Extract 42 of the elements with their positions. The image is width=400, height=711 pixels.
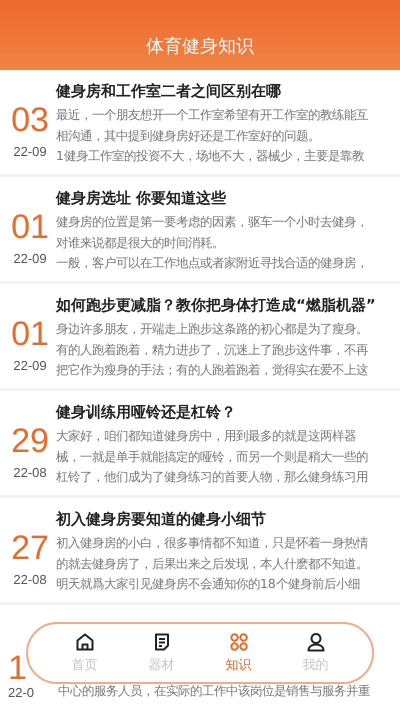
summary-line: 中心的服务人员，在实际的工作中该岗位是销售与服务并重 [58, 682, 371, 700]
article-card[interactable]: 03 22-09 健身房和工作室二者之间区别在哪 最近，一个朋友想开一个工作室希望有开工作室的教练能互 相沟通，其中提到健身房好还是工作室好的问题。 1健身工作室的投资不大，场地不大，器械少，主要是靠教 [0, 70, 400, 177]
article-card[interactable]: 01 22-09 如何跑步更减脂？教你把身体打造成“燃脂机器” 身边许多朋友，开端走上跑步这条路的初心都是为了瘦身。 有的人跑着跑着，精力进步了，沉迷上了跑步这件事，不再 把它作为瘦身的手法；有的人跑着跑着，觉得实在爱不上这 [0, 284, 400, 391]
summary-line: 械，一就是单手就能搞定的哑铃，而另一个则是稍大一些的 [56, 448, 369, 466]
summary-line: 明天就爲大家引见健身房不会通知你的18个健身前后小细 [56, 575, 361, 593]
grid-icon [228, 632, 248, 652]
article-card[interactable]: 01 22-09 健身房选址 你要知道这些 健身房的位置是第一要考虑的因素，驱车一个小时去健身， 对谁来说都是很大的时间消耗。 一般，客户可以在工作地点或者家附近寻找合适的健身房， [0, 177, 400, 284]
summary-line: 健身房的位置是第一要考虑的因素，驱车一个小时去健身， [56, 213, 369, 231]
summary-line: 大家好，咱们都知道健身房中，用到最多的就是这两样器 [56, 427, 357, 445]
article-card[interactable]: 27 22-08 初入健身房要知道的健身小细节 初入健身房的小白，很多事情都不知道，只是怀着一身热情 的就去健身房了，后果出来之后发现，本人什麽都不知道。 明天就爲大家引见健身房不会通知你的18个健身前后小细 [0, 498, 400, 605]
page-title: 体育健身知识 [146, 35, 254, 58]
home-icon [74, 632, 94, 652]
summary-line: 对谁来说都是很大的时间消耗。 [56, 234, 225, 252]
summary-line: 初入健身房的小白，很多事情都不知道，只是怀着一身热情 [56, 534, 369, 552]
article-date: 22-0 [8, 685, 34, 701]
article-title: 初入健身房要知道的健身小细节 [56, 509, 267, 530]
day-number: 1 [8, 651, 27, 685]
day-number: 03 [11, 100, 49, 140]
summary-line: 最近，一个朋友想开一个工作室希望有开工作室的教练能互 [56, 106, 369, 124]
day-number: 27 [11, 528, 49, 568]
summary-line: 1健身工作室的投资不大，场地不大，器械少，主要是靠教 [56, 147, 365, 165]
summary-line: 杠铃了，他们成为了健身练习的首要人物，那么健身练习用 [56, 468, 369, 486]
article-date: 22-08 [13, 464, 47, 480]
summary-line: 有的人跑着跑着，精力进步了，沉迷上了跑步这件事，不再 [56, 340, 369, 358]
summary-line: 身边许多朋友，开端走上跑步这条路的初心都是为了瘦身。 [56, 320, 369, 338]
article-title: 健身房和工作室二者之间区别在哪 [56, 81, 282, 102]
day-number: 01 [11, 314, 49, 354]
article-title: 健身训练用哑铃还是杠铃？ [56, 402, 237, 423]
article-date: 22-08 [13, 572, 47, 586]
article-date: 22-09 [13, 144, 47, 158]
summary-line: 一般，客户可以在工作地点或者家附近寻找合适的健身房， [56, 254, 369, 272]
summary-line: 相沟通，其中提到健身房好还是工作室好的问题。 [56, 126, 321, 144]
day-number: 29 [11, 420, 49, 460]
day-number: 01 [11, 206, 49, 246]
article-date: 22-09 [13, 250, 47, 266]
summary-line: 把它作为瘦身的手法；有的人跑着跑着，觉得实在爱不上这 [56, 361, 369, 379]
user-icon [306, 632, 326, 652]
article-card[interactable]: 29 22-08 健身训练用哑铃还是杠铃？ 大家好，咱们都知道健身房中，用到最多的就是这两样器 械，一就是单手就能搞定的哑铃，而另一个则是稍大一些的 杠铃了，他们成为了健身练习的首要人物，那么健身练习用 [0, 391, 400, 498]
summary-line: 的就去健身房了，后果出来之后发现，本人什麽都不知道。 [56, 554, 369, 572]
article-title: 如何跑步更减脂？教你把身体打造成“燃脂机器” [56, 295, 377, 316]
article-title: 健身房选址 你要知道这些 [56, 188, 228, 209]
article-date: 22-09 [13, 358, 47, 372]
